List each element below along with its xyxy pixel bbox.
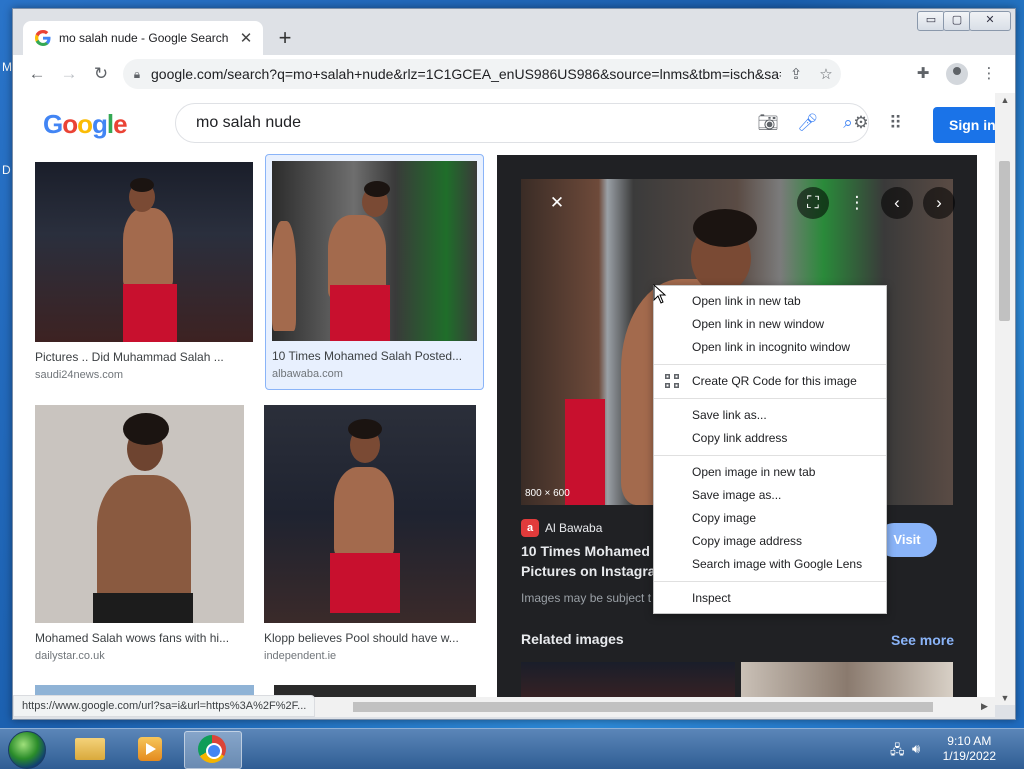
menu-divider xyxy=(654,398,886,399)
maximize-button[interactable]: ▢ xyxy=(943,11,971,31)
scrollbar-thumb[interactable] xyxy=(999,161,1010,321)
sign-in-button[interactable]: Sign in xyxy=(933,107,995,143)
menu-divider xyxy=(654,455,886,456)
result-source: saudi24news.com xyxy=(35,369,124,381)
ctx-create-qr-code[interactable]: Create QR Code for this image xyxy=(654,370,886,393)
desktop-icon-label[interactable]: D xyxy=(2,163,11,177)
ctx-copy-image-address[interactable]: Copy image address xyxy=(654,530,886,553)
image-results-grid: Pictures .. Did Muhammad Salah ... saudi… xyxy=(13,153,497,705)
settings-gear-icon[interactable]: ⚙ xyxy=(841,113,881,133)
mouse-cursor-icon xyxy=(653,284,667,304)
albawaba-favicon-icon: a xyxy=(521,519,539,537)
result-source: dailystar.co.uk xyxy=(35,650,105,662)
ctx-open-link-new-window[interactable]: Open link in new window xyxy=(654,313,886,336)
google-favicon-icon xyxy=(35,30,51,46)
lock-icon[interactable]: 🔒︎ xyxy=(123,67,151,82)
result-title[interactable]: Mohamed Salah wows fans with hi... xyxy=(35,631,244,645)
forward-arrow-icon[interactable]: → xyxy=(57,62,81,86)
windows-taskbar: 🖧︎ 🔊︎ 9:10 AM 1/19/2022 xyxy=(0,728,1024,769)
microphone-icon[interactable]: 🎤︎ xyxy=(788,113,828,133)
related-images-heading: Related images xyxy=(521,631,624,647)
ctx-inspect[interactable]: Inspect xyxy=(654,587,886,610)
result-title[interactable]: Klopp believes Pool should have w... xyxy=(264,631,476,645)
ctx-open-image-new-tab[interactable]: Open image in new tab xyxy=(654,461,886,484)
url-text[interactable]: google.com/search?q=mo+salah+nude&rlz=1C… xyxy=(151,66,781,82)
menu-divider xyxy=(654,581,886,582)
result-thumbnail[interactable] xyxy=(35,162,253,342)
reload-icon[interactable]: ↻ xyxy=(89,62,113,86)
previous-image-icon[interactable]: ‹ xyxy=(881,187,913,219)
explorer-taskbar-icon[interactable] xyxy=(62,731,118,767)
result-thumbnail[interactable] xyxy=(35,405,244,623)
media-player-taskbar-icon[interactable] xyxy=(122,731,178,767)
browser-toolbar: ← → ↻ 🔒︎ google.com/search?q=mo+salah+nu… xyxy=(13,55,1015,94)
tab-close-icon[interactable]: ✕ xyxy=(235,29,257,47)
close-preview-icon[interactable]: ✕ xyxy=(541,187,573,219)
ctx-copy-link-address[interactable]: Copy link address xyxy=(654,427,886,450)
camera-icon[interactable]: 📷︎ xyxy=(748,113,788,133)
more-options-icon[interactable]: ⋮ xyxy=(841,187,873,219)
scroll-down-arrow-icon[interactable]: ▼ xyxy=(995,693,1015,703)
new-tab-button[interactable]: + xyxy=(271,25,299,53)
next-image-icon[interactable]: › xyxy=(923,187,955,219)
tab-title: mo salah nude - Google Search xyxy=(59,31,229,45)
result-thumbnail[interactable] xyxy=(272,161,477,341)
ctx-open-link-new-tab[interactable]: Open link in new tab xyxy=(654,290,886,313)
google-header: Google mo salah nude 📷︎ 🎤︎ ⌕ ⠿ ⚙ Sign in xyxy=(13,93,995,153)
scroll-right-arrow-icon[interactable]: ▶ xyxy=(981,701,988,712)
extensions-puzzle-icon[interactable]: ✚ xyxy=(909,61,937,87)
ctx-copy-image[interactable]: Copy image xyxy=(654,507,886,530)
image-result-card[interactable]: Pictures .. Did Muhammad Salah ... saudi… xyxy=(35,162,253,381)
window-close-button[interactable]: ✕ xyxy=(969,11,1011,31)
volume-icon[interactable]: 🔊︎ xyxy=(912,741,920,757)
image-result-card[interactable]: Klopp believes Pool should have w... ind… xyxy=(264,405,476,662)
image-result-card-selected[interactable]: 10 Times Mohamed Salah Posted... albawab… xyxy=(265,154,484,390)
ctx-search-google-lens[interactable]: Search image with Google Lens xyxy=(654,553,886,576)
apps-grid-icon[interactable]: ⠿ xyxy=(889,113,902,134)
scroll-up-arrow-icon[interactable]: ▲ xyxy=(995,95,1015,105)
context-menu: Open link in new tab Open link in new wi… xyxy=(653,285,887,614)
minimize-button[interactable]: ▭ xyxy=(917,11,945,31)
search-box[interactable]: mo salah nude 📷︎ 🎤︎ ⌕ xyxy=(175,103,869,143)
browser-tab[interactable]: mo salah nude - Google Search ✕ xyxy=(23,21,263,55)
profile-avatar-icon[interactable] xyxy=(943,61,971,87)
ctx-open-link-incognito[interactable]: Open link in incognito window xyxy=(654,336,886,359)
result-thumbnail[interactable] xyxy=(264,405,476,623)
preview-source[interactable]: a Al Bawaba xyxy=(521,519,602,537)
ctx-save-link-as[interactable]: Save link as... xyxy=(654,404,886,427)
result-title[interactable]: 10 Times Mohamed Salah Posted... xyxy=(272,349,477,363)
status-bar-url: https://www.google.com/url?sa=i&url=http… xyxy=(13,695,316,717)
tab-strip: mo salah nude - Google Search ✕ + ▭ ▢ ✕ xyxy=(13,9,1015,55)
start-button[interactable] xyxy=(8,731,46,769)
share-icon[interactable]: ⇪ xyxy=(781,65,811,83)
preview-source-name[interactable]: Al Bawaba xyxy=(545,521,602,535)
qr-code-icon xyxy=(665,374,679,388)
image-result-card[interactable]: Mohamed Salah wows fans with hi... daily… xyxy=(35,405,244,662)
chrome-taskbar-icon[interactable] xyxy=(184,731,242,769)
network-icon[interactable]: 🖧︎ xyxy=(890,741,905,763)
system-tray: 🖧︎ 🔊︎ 9:10 AM 1/19/2022 xyxy=(884,729,1024,769)
copyright-note: Images may be subject t xyxy=(521,591,652,605)
back-arrow-icon[interactable]: ← xyxy=(25,62,49,86)
bookmark-star-icon[interactable]: ☆ xyxy=(811,65,841,83)
menu-divider xyxy=(654,364,886,365)
result-source: albawaba.com xyxy=(272,368,343,380)
menu-kebab-icon[interactable]: ⋮ xyxy=(975,61,1003,87)
search-query[interactable]: mo salah nude xyxy=(196,114,748,132)
ctx-save-image-as[interactable]: Save image as... xyxy=(654,484,886,507)
see-more-link[interactable]: See more xyxy=(891,632,954,648)
clock[interactable]: 9:10 AM 1/19/2022 xyxy=(943,734,996,764)
desktop-icon-label[interactable]: M xyxy=(2,60,12,74)
hscrollbar-thumb[interactable] xyxy=(353,702,933,712)
address-bar[interactable]: 🔒︎ google.com/search?q=mo+salah+nude&rlz… xyxy=(123,59,841,89)
google-logo[interactable]: Google xyxy=(43,109,128,140)
result-title[interactable]: Pictures .. Did Muhammad Salah ... xyxy=(35,350,253,364)
result-source: independent.ie xyxy=(264,650,337,662)
vertical-scrollbar[interactable]: ▲ ▼ xyxy=(995,93,1015,705)
lens-search-icon[interactable]: ⛶ xyxy=(797,187,829,219)
image-dimensions: 800 × 600 xyxy=(525,488,570,499)
